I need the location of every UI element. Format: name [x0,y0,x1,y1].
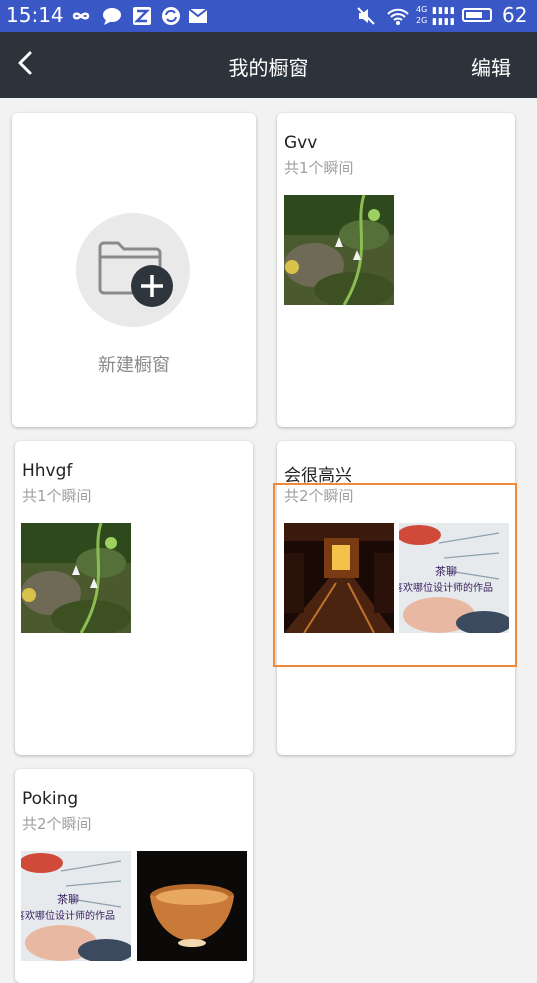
infinity-icon [72,12,90,20]
wifi-icon [387,8,409,25]
edit-button[interactable]: 编辑 [471,52,511,81]
window-name: Gvv [284,133,318,153]
chat-bubble-icon [103,8,121,25]
selection-highlight [273,483,517,667]
tea-cup-photo[interactable] [137,851,247,961]
new-window-circle [76,213,190,327]
status-time: 15:14 [6,3,64,27]
new-window-card[interactable]: 新建橱窗 [12,113,256,427]
mute-icon [357,7,375,25]
mail-icon [188,8,208,23]
battery-icon [462,8,492,22]
battery-level: 62 [502,3,528,27]
page-title: 我的橱窗 [228,56,309,80]
window-card[interactable]: Hhvgf 共1个瞬间 [15,441,253,755]
cell-signal-icon: 4G 2G ▮▮▮▮ ▮▮▮▮ [416,5,456,27]
status-bar: 15:14 4G 2G ▮▮▮▮ ▮▮▮▮ 62 [0,0,537,32]
designer-sketch-photo[interactable]: 茶聊 喜欢哪位设计师的作品 [21,851,131,961]
nav-bar: 我的橱窗 编辑 [0,32,537,98]
window-card[interactable]: Gvv 共1个瞬间 [277,113,515,427]
folder-add-icon [98,241,173,307]
window-name: Hhvgf [22,461,73,481]
window-count: 共2个瞬间 [22,815,92,833]
window-count: 共1个瞬间 [284,159,354,177]
sync-icon [162,7,180,25]
moss-stones-photo[interactable] [284,195,394,305]
sketch-caption: 茶聊 [57,893,79,906]
sketch-caption: 喜欢哪位设计师的作品 [21,911,115,922]
moss-stones-photo[interactable] [21,523,131,633]
window-count: 共1个瞬间 [22,487,92,505]
z-app-icon [133,7,151,25]
new-window-label: 新建橱窗 [98,355,170,376]
window-name: Poking [22,789,79,809]
window-card[interactable]: Poking 共2个瞬间 茶聊 喜欢哪位设计师的作品 [15,769,253,983]
